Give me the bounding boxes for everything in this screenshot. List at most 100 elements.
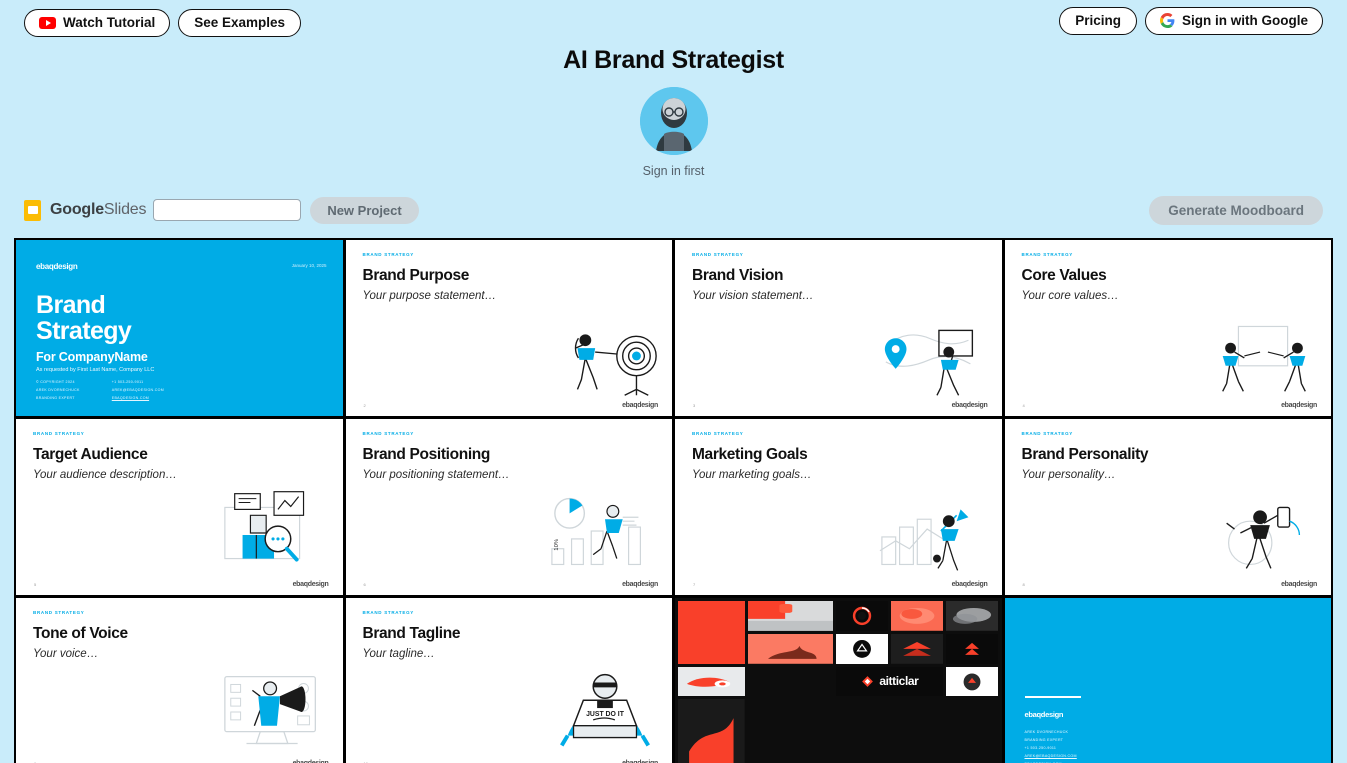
slide-page-number: 5 bbox=[34, 582, 37, 587]
closing-rule bbox=[1024, 696, 1081, 698]
slide-card-tone-of-voice[interactable]: BRAND STRATEGY Tone of Voice Your voice…… bbox=[16, 598, 343, 763]
slide-page-number: 3 bbox=[693, 403, 696, 408]
slide-placeholder[interactable]: Your voice… bbox=[33, 648, 98, 660]
slide-logo: ebaqdesign bbox=[951, 581, 988, 588]
cover-footer-left: © COPYRIGHT 2024 AREK DVORNECHUCK BRANDI… bbox=[36, 379, 80, 403]
moodboard-tile: aitticlar bbox=[836, 666, 944, 697]
slide-title: Brand Vision bbox=[692, 267, 784, 284]
moodboard-grid: aitticlar bbox=[675, 598, 1002, 763]
slide-card-closing[interactable]: ebaqdesign AREK DVORNECHUCK BRANDING EXP… bbox=[1004, 598, 1331, 763]
slide-eyebrow: BRAND STRATEGY bbox=[1021, 252, 1073, 257]
pricing-label: Pricing bbox=[1075, 13, 1121, 28]
generate-moodboard-button[interactable]: Generate Moodboard bbox=[1149, 195, 1323, 225]
cover-title-line2: Strategy bbox=[36, 316, 132, 345]
moodboard-tile bbox=[747, 601, 834, 631]
moodboard-tile bbox=[678, 666, 745, 697]
slide-placeholder[interactable]: Your audience description… bbox=[33, 469, 177, 481]
cover-subtitle: For CompanyName bbox=[36, 350, 148, 364]
slide-eyebrow: BRAND STRATEGY bbox=[692, 431, 744, 436]
slide-eyebrow: BRAND STRATEGY bbox=[362, 252, 414, 257]
two-people-board-illustration-icon bbox=[1222, 325, 1306, 392]
slide-placeholder[interactable]: Your marketing goals… bbox=[692, 469, 812, 481]
cover-date: January 10, 2025 bbox=[291, 263, 327, 268]
slide-card-moodboard[interactable]: aitticlar bbox=[675, 598, 1002, 763]
avatar-section: Sign in first bbox=[0, 87, 1347, 178]
moodboard-tile bbox=[891, 601, 944, 631]
slide-title: Core Values bbox=[1021, 267, 1107, 284]
watch-tutorial-button[interactable]: Watch Tutorial bbox=[24, 9, 171, 37]
moodboard-tile bbox=[678, 699, 745, 763]
slide-card-brand-personality[interactable]: BRAND STRATEGY Brand Personality Your pe… bbox=[1004, 419, 1331, 595]
slide-page-number: 8 bbox=[1022, 582, 1025, 587]
slide-logo: ebaqdesign bbox=[622, 581, 658, 588]
avatar[interactable] bbox=[639, 87, 708, 155]
top-bar-left-group: Watch Tutorial See Examples bbox=[24, 9, 302, 37]
closing-logo: ebaqdesign bbox=[1024, 710, 1064, 719]
slide-grid: ebaqdesign January 10, 2025 Brand Strate… bbox=[14, 238, 1333, 763]
slide-placeholder[interactable]: Your purpose statement… bbox=[363, 290, 497, 302]
moodboard-tile bbox=[946, 666, 999, 697]
closing-name: AREK DVORNECHUCK bbox=[1024, 730, 1069, 734]
cover-title-line1: Brand bbox=[36, 291, 106, 319]
slide-card-brand-purpose[interactable]: BRAND STRATEGY Brand Purpose Your purpos… bbox=[345, 240, 672, 416]
slides-word: Slides bbox=[103, 201, 147, 218]
project-name-input[interactable] bbox=[153, 199, 302, 221]
moodboard-tile bbox=[946, 601, 999, 631]
slide-page-number: 4 bbox=[1022, 403, 1025, 408]
slide-card-core-values[interactable]: BRAND STRATEGY Core Values Your core val… bbox=[1004, 240, 1331, 416]
google-slides-icon bbox=[24, 199, 41, 221]
closing-contact-name: AREK DVORNECHUCK BRANDING EXPERT bbox=[1025, 728, 1069, 745]
slide-placeholder[interactable]: Your vision statement… bbox=[692, 290, 813, 302]
slide-title: Target Audience bbox=[33, 446, 148, 463]
phone-line: +1 503-250-9011 bbox=[111, 380, 144, 385]
sign-in-first-note: Sign in first bbox=[642, 164, 705, 178]
slide-placeholder[interactable]: Your personality… bbox=[1022, 469, 1116, 481]
slide-page-number: 6 bbox=[363, 582, 366, 587]
pricing-button[interactable]: Pricing bbox=[1059, 7, 1137, 35]
slide-card-brand-vision[interactable]: BRAND STRATEGY Brand Vision Your vision … bbox=[675, 240, 1002, 416]
persona-magnifier-illustration-icon bbox=[223, 491, 304, 562]
megaphone-monitor-illustration-icon bbox=[223, 675, 316, 745]
moodboard-tile bbox=[678, 601, 745, 664]
slide-eyebrow: BRAND STRATEGY bbox=[692, 252, 744, 257]
new-project-button[interactable]: New Project bbox=[310, 196, 419, 224]
site-line[interactable]: EBAQDESIGN.COM bbox=[112, 395, 164, 403]
slide-title: Brand Tagline bbox=[362, 625, 461, 642]
slide-card-brand-positioning[interactable]: BRAND STRATEGY Brand Positioning Your po… bbox=[345, 419, 672, 595]
author-line: AREK DVORNECHUCK bbox=[36, 388, 80, 393]
moodboard-tile bbox=[946, 633, 999, 664]
sign-in-label: Sign in with Google bbox=[1182, 13, 1308, 28]
slide-page-number: 2 bbox=[363, 403, 366, 408]
slide-placeholder[interactable]: Your tagline… bbox=[363, 648, 435, 660]
project-toolbar: GoogleSlides New Project Generate Moodbo… bbox=[0, 190, 1347, 230]
slide-title: Brand Positioning bbox=[362, 446, 491, 463]
watch-tutorial-label: Watch Tutorial bbox=[63, 15, 156, 30]
slide-logo: ebaqdesign bbox=[1281, 402, 1317, 409]
google-slides-group: GoogleSlides bbox=[24, 199, 147, 221]
slide-eyebrow: BRAND STRATEGY bbox=[362, 431, 414, 436]
copyright-line: © COPYRIGHT 2024 bbox=[36, 380, 75, 385]
slide-placeholder[interactable]: Your core values… bbox=[1022, 290, 1119, 302]
slide-placeholder[interactable]: Your positioning statement… bbox=[363, 469, 510, 481]
slide-card-marketing-goals[interactable]: BRAND STRATEGY Marketing Goals Your mark… bbox=[675, 419, 1002, 595]
moodboard-tile bbox=[836, 633, 889, 664]
page-title: AI Brand Strategist bbox=[563, 46, 784, 74]
svg-text:JUST DO IT: JUST DO IT bbox=[586, 711, 625, 718]
cover-title: Brand Strategy bbox=[36, 291, 132, 345]
youtube-icon bbox=[39, 16, 56, 29]
slide-eyebrow: BRAND STRATEGY bbox=[33, 431, 85, 436]
sign-in-with-google-button[interactable]: Sign in with Google bbox=[1145, 7, 1323, 35]
see-examples-button[interactable]: See Examples bbox=[178, 9, 302, 37]
avatar-portrait-icon bbox=[639, 87, 708, 155]
slide-title: Marketing Goals bbox=[692, 446, 808, 463]
slide-page-number: 7 bbox=[693, 582, 696, 587]
map-pin-illustration-icon bbox=[884, 329, 973, 396]
slide-card-cover[interactable]: ebaqdesign January 10, 2025 Brand Strate… bbox=[16, 240, 343, 416]
cover-requested-by: As requested by First Last Name, Company… bbox=[36, 367, 155, 373]
slide-card-target-audience[interactable]: BRAND STRATEGY Target Audience Your audi… bbox=[16, 419, 343, 595]
slide-eyebrow: BRAND STRATEGY bbox=[362, 610, 414, 615]
slide-eyebrow: BRAND STRATEGY bbox=[1021, 431, 1073, 436]
top-bar-right-group: Pricing Sign in with Google bbox=[1059, 7, 1323, 35]
top-bar: Watch Tutorial See Examples Pricing Sign… bbox=[0, 0, 1347, 40]
slide-card-brand-tagline[interactable]: BRAND STRATEGY Brand Tagline Your taglin… bbox=[345, 598, 672, 763]
